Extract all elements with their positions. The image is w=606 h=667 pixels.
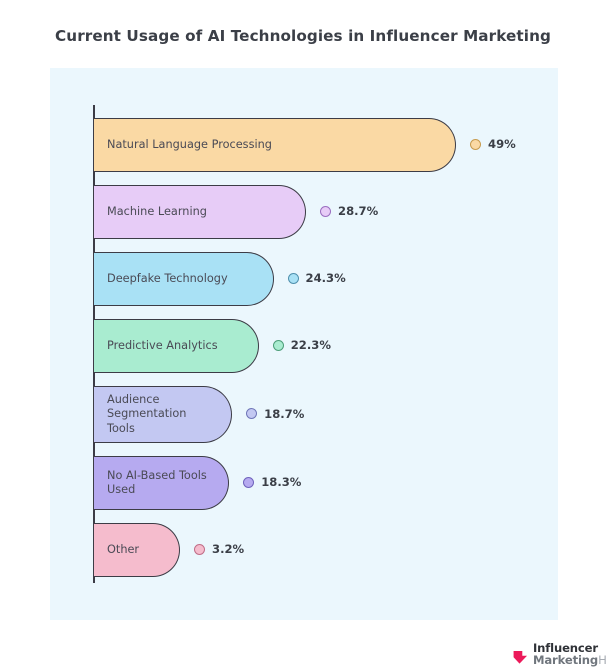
brand-name-line2: MarketingHub xyxy=(533,652,606,667)
bar-label: Predictive Analytics xyxy=(107,338,218,352)
bar-value-group: 3.2% xyxy=(194,542,244,556)
legend-dot-icon xyxy=(470,138,481,150)
bar-value-group: 49% xyxy=(470,137,516,151)
bar-value-label: 18.7% xyxy=(264,406,305,421)
bar[interactable]: Other xyxy=(94,523,180,577)
bar-row: Other 3.2% xyxy=(94,523,554,577)
bar-row: Deepfake Technology 24.3% xyxy=(94,252,554,306)
bar[interactable]: No AI-Based Tools Used xyxy=(94,456,230,510)
brand-name-hub: Hub xyxy=(598,652,606,667)
bar-label: Deepfake Technology xyxy=(107,271,228,285)
bar-value-group: 18.7% xyxy=(246,407,304,421)
bar-value-label: 3.2% xyxy=(212,542,245,556)
bar-series: Natural Language Processing 49% Machine Le… xyxy=(94,118,554,608)
bar[interactable]: Deepfake Technology xyxy=(94,252,274,306)
bar-row: No AI-Based Tools Used 18.3% xyxy=(94,456,554,510)
bar-value-group: 18.3% xyxy=(243,475,301,489)
bar-value-group: 28.7% xyxy=(320,204,378,218)
bar-value-label: 28.7% xyxy=(338,204,379,218)
legend-dot-icon xyxy=(194,543,205,555)
bar-label: Natural Language Processing xyxy=(107,137,272,151)
brand-name-marketing: Marketing xyxy=(533,652,599,667)
brand-logo-text: Influencer MarketingHub xyxy=(533,642,606,667)
bar[interactable]: Audience Segmentation Tools xyxy=(94,386,233,443)
bar-row: Predictive Analytics 22.3% xyxy=(94,319,554,373)
bar-value-group: 24.3% xyxy=(287,271,346,285)
bar-row: Natural Language Processing 49% xyxy=(94,118,554,172)
bar-label: No AI-Based Tools Used xyxy=(107,468,207,496)
page-title: Current Usage of AI Technologies in Infl… xyxy=(55,27,551,45)
bar-value-label: 22.3% xyxy=(290,338,331,352)
bar[interactable]: Predictive Analytics xyxy=(94,319,259,373)
bar-value-label: 49% xyxy=(488,137,516,151)
bar-value-label: 18.3% xyxy=(261,475,302,489)
chart-panel: Natural Language Processing 49% Machine Le… xyxy=(50,68,606,666)
bar[interactable]: Natural Language Processing xyxy=(94,118,456,172)
bar-value-label: 24.3% xyxy=(305,271,346,285)
legend-dot-icon xyxy=(320,205,332,217)
legend-dot-icon xyxy=(246,408,258,419)
legend-dot-icon xyxy=(287,272,299,284)
bar-value-group: 22.3% xyxy=(272,338,331,352)
bar[interactable]: Machine Learning xyxy=(94,185,307,239)
bar-row: Audience Segmentation Tools 18.7% xyxy=(94,386,554,443)
legend-dot-icon xyxy=(243,476,255,488)
chart-page: Current Usage of AI Technologies in Infl… xyxy=(0,0,606,666)
bar-row: Machine Learning 28.7% xyxy=(94,185,554,239)
legend-dot-icon xyxy=(272,339,284,351)
brand-logo: Influencer MarketingHub xyxy=(512,642,606,667)
bar-label: Machine Learning xyxy=(107,204,207,218)
bar-label: Other xyxy=(107,542,140,556)
bar-label: Audience Segmentation Tools xyxy=(107,392,187,435)
